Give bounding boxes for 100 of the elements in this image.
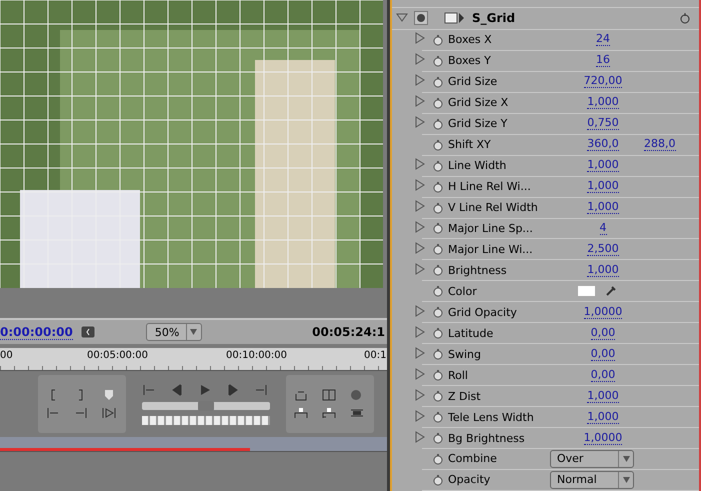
param-value[interactable]: 1,0000 xyxy=(584,432,622,445)
stopwatch-icon[interactable] xyxy=(432,474,444,486)
expand-arrow-icon[interactable] xyxy=(414,220,426,233)
stopwatch-icon[interactable] xyxy=(432,452,444,465)
stopwatch-icon[interactable] xyxy=(432,222,444,234)
expand-arrow-icon[interactable] xyxy=(414,262,426,275)
expand-arrow-icon[interactable] xyxy=(414,200,426,212)
stopwatch-icon[interactable] xyxy=(432,327,444,340)
param-value[interactable]: 1,000 xyxy=(587,264,619,277)
ruler-label: 00:1 xyxy=(364,350,386,361)
step-forward-icon[interactable] xyxy=(226,384,240,396)
stopwatch-icon[interactable] xyxy=(432,285,444,298)
ruler-label: 00:05:00:00 xyxy=(87,350,148,361)
stopwatch-icon[interactable] xyxy=(432,411,444,424)
stopwatch-icon[interactable] xyxy=(432,180,444,193)
trim-icon[interactable] xyxy=(350,407,364,419)
param-value[interactable]: 360,0 xyxy=(587,138,619,152)
param-value[interactable]: 0,00 xyxy=(590,326,616,340)
stopwatch-icon[interactable] xyxy=(432,264,444,276)
go-to-out-icon[interactable] xyxy=(74,407,88,419)
stopwatch-icon[interactable] xyxy=(432,243,444,256)
param-value[interactable]: 0,750 xyxy=(587,117,619,130)
expand-arrow-icon[interactable] xyxy=(414,388,426,401)
current-timecode[interactable]: 0:00:00:00 xyxy=(0,324,73,340)
param-value[interactable]: 720,00 xyxy=(584,75,622,88)
stopwatch-icon[interactable] xyxy=(432,432,444,444)
duration-timecode: 00:05:24:1 xyxy=(312,325,385,339)
param-value[interactable]: 1,000 xyxy=(587,180,619,194)
expand-arrow-icon[interactable] xyxy=(414,368,426,380)
param-value[interactable]: 1,0000 xyxy=(584,306,622,319)
param-label: Bg Brightness xyxy=(448,432,526,445)
stopwatch-icon[interactable] xyxy=(432,34,444,46)
time-ruler[interactable]: 00 00:05:00:00 00:10:00:00 00:1 xyxy=(0,348,387,371)
param-value[interactable]: 288,0 xyxy=(644,138,676,152)
param-label: Roll xyxy=(448,368,469,382)
stopwatch-icon[interactable] xyxy=(432,138,444,151)
param-value[interactable]: 1,000 xyxy=(587,390,619,403)
param-label: Brightness xyxy=(448,264,508,277)
param-label: Boxes Y xyxy=(448,54,492,68)
param-label: Boxes X xyxy=(448,33,493,46)
expand-arrow-icon[interactable] xyxy=(414,410,426,422)
stopwatch-icon[interactable] xyxy=(432,390,444,402)
expand-arrow-icon[interactable] xyxy=(414,74,426,86)
reset-icon[interactable] xyxy=(679,12,691,24)
eyedropper-icon[interactable] xyxy=(605,285,617,298)
param-value[interactable]: 1,000 xyxy=(587,410,619,424)
expand-toggle-icon[interactable] xyxy=(396,12,408,24)
param-label: Grid Size xyxy=(448,75,498,88)
expand-arrow-icon[interactable] xyxy=(414,430,426,443)
param-value[interactable]: 0,00 xyxy=(590,368,616,382)
expand-arrow-icon[interactable] xyxy=(414,304,426,317)
go-to-in-icon[interactable] xyxy=(46,407,60,419)
marker-icon[interactable] xyxy=(102,389,116,401)
expand-arrow-icon[interactable] xyxy=(414,32,426,44)
stopwatch-icon[interactable] xyxy=(432,96,444,109)
play-icon[interactable] xyxy=(198,384,212,396)
param-value[interactable]: 1,000 xyxy=(587,159,619,172)
stopwatch-icon[interactable] xyxy=(432,54,444,67)
param-value[interactable]: 2,500 xyxy=(587,242,619,256)
param-label: Major Line Wi... xyxy=(448,242,534,256)
extract-icon[interactable] xyxy=(322,407,336,419)
expand-arrow-icon[interactable] xyxy=(414,53,426,66)
stopwatch-icon[interactable] xyxy=(432,369,444,382)
expand-arrow-icon[interactable] xyxy=(414,179,426,192)
param-value[interactable]: 1,000 xyxy=(587,201,619,214)
timeline-bar[interactable] xyxy=(0,437,387,452)
stopwatch-icon[interactable] xyxy=(432,76,444,88)
param-label: H Line Rel Wi... xyxy=(448,180,532,194)
param-label: Color xyxy=(448,284,478,298)
param-label: Grid Size X xyxy=(448,96,510,110)
param-value[interactable]: 24 xyxy=(596,33,610,46)
stopwatch-icon[interactable] xyxy=(432,202,444,214)
step-back-icon[interactable] xyxy=(170,384,184,396)
expand-arrow-icon[interactable] xyxy=(414,116,426,128)
param-value[interactable]: 0,00 xyxy=(590,348,616,361)
param-dropdown[interactable]: Normal xyxy=(550,470,634,489)
expand-arrow-icon[interactable] xyxy=(414,242,426,254)
step-to-end-icon[interactable] xyxy=(254,384,268,396)
color-swatch[interactable] xyxy=(578,286,595,296)
stopwatch-icon[interactable] xyxy=(432,118,444,130)
expand-arrow-icon[interactable] xyxy=(414,326,426,338)
stopwatch-icon[interactable] xyxy=(432,306,444,318)
fx-toggle-icon[interactable] xyxy=(414,11,428,26)
zoom-dropdown[interactable]: 50% xyxy=(146,323,202,341)
param-value[interactable]: 16 xyxy=(596,54,610,68)
stopwatch-icon[interactable] xyxy=(432,348,444,360)
play-in-to-out-icon[interactable] xyxy=(102,407,116,419)
stopwatch-icon[interactable] xyxy=(432,160,444,172)
jog-wheel[interactable] xyxy=(142,416,270,424)
lift-icon[interactable] xyxy=(294,407,308,419)
expand-arrow-icon[interactable] xyxy=(414,158,426,170)
param-label: Grid Opacity xyxy=(448,306,518,319)
expand-arrow-icon[interactable] xyxy=(414,346,426,359)
param-label: Opacity xyxy=(448,473,492,486)
expand-arrow-icon[interactable] xyxy=(414,95,426,108)
param-value[interactable]: 4 xyxy=(600,222,606,235)
param-value[interactable]: 1,000 xyxy=(587,96,619,110)
param-dropdown[interactable]: Over xyxy=(550,450,634,468)
step-to-start-icon[interactable] xyxy=(142,384,156,396)
param-label: V Line Rel Width xyxy=(448,201,539,214)
